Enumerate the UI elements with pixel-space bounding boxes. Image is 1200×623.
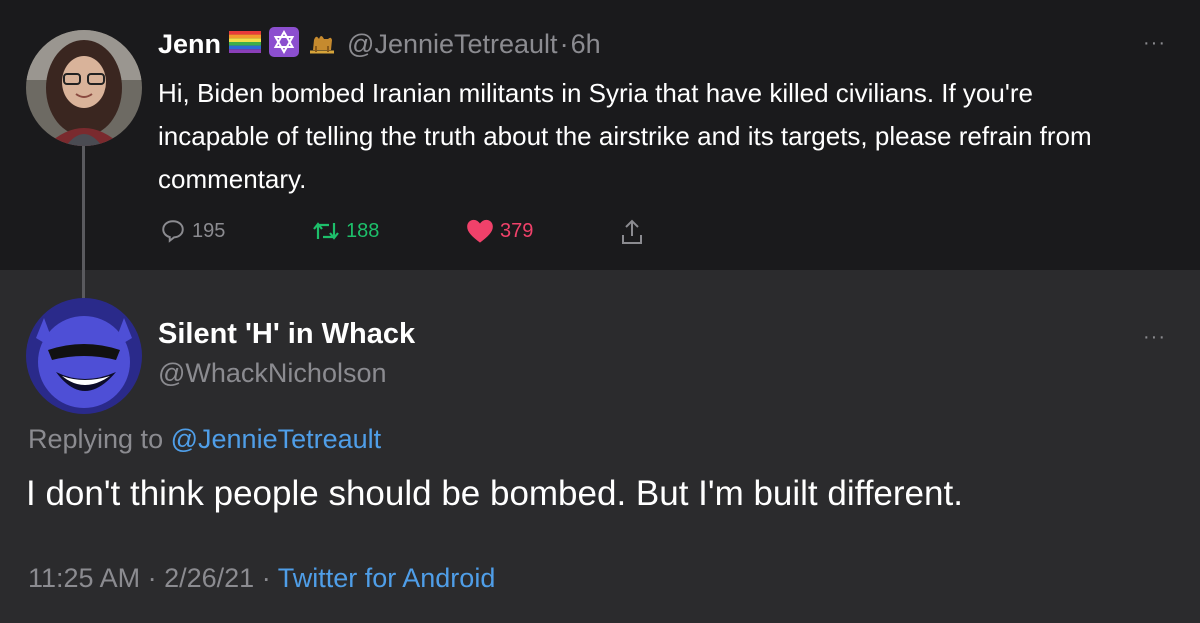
more-options-icon[interactable]: ···	[1143, 33, 1166, 53]
star-of-david-icon	[269, 26, 300, 62]
replying-prefix: Replying to	[28, 424, 164, 454]
tweet-time[interactable]: 11:25 AM	[28, 563, 140, 593]
camel-icon	[307, 28, 337, 61]
like-count: 379	[500, 219, 534, 242]
action-bar: 195 188 379	[0, 214, 700, 254]
avatar[interactable]	[26, 298, 142, 414]
rainbow-flag-icon	[229, 30, 262, 58]
display-name[interactable]: Jenn	[158, 29, 221, 60]
replying-to: Replying to @JennieTetreault	[28, 424, 381, 455]
retweet-button[interactable]: 188	[312, 218, 379, 244]
avatar-photo	[26, 30, 142, 146]
reply-icon	[162, 220, 184, 243]
share-button[interactable]	[620, 218, 650, 246]
like-button[interactable]: 379	[466, 218, 533, 244]
tweet-date[interactable]: 2/26/21	[164, 563, 254, 593]
separator-dot: ·	[147, 563, 157, 593]
reply-count: 195	[192, 219, 226, 242]
replying-to-link[interactable]: @JennieTetreault	[171, 424, 382, 454]
handle[interactable]: @JennieTetreault	[347, 29, 558, 60]
more-options-icon[interactable]: ···	[1143, 327, 1166, 347]
separator-dot: ·	[559, 28, 569, 59]
display-name[interactable]: Silent 'H' in Whack	[158, 318, 415, 351]
share-icon	[622, 219, 642, 244]
tweet-header: Jenn @JennieTetreault · 6h	[158, 26, 601, 62]
tweet-time[interactable]: 6h	[571, 29, 601, 60]
retweet-icon	[313, 222, 339, 240]
source-link[interactable]: Twitter for Android	[278, 563, 496, 593]
separator-dot: ·	[261, 563, 271, 593]
tweet-text: I don't think people should be bombed. B…	[26, 474, 963, 513]
avatar[interactable]	[26, 30, 142, 146]
handle[interactable]: @WhackNicholson	[158, 358, 387, 389]
reply-button[interactable]: 195	[160, 218, 225, 244]
heart-icon	[467, 219, 493, 243]
retweet-count: 188	[346, 219, 380, 242]
tweet-meta: 11:25 AM · 2/26/21 · Twitter for Android	[28, 563, 495, 594]
avatar-photo	[26, 298, 142, 414]
tweet-text: Hi, Biden bombed Iranian militants in Sy…	[158, 78, 1092, 194]
